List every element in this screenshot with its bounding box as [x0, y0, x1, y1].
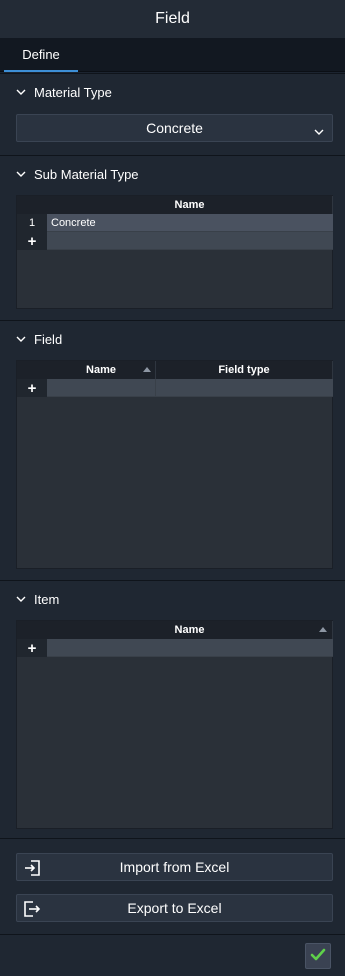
column-header-name[interactable]: Name	[47, 621, 333, 639]
item-title: Item	[34, 591, 60, 607]
add-row-button[interactable]: +	[17, 232, 47, 250]
export-label: Export to Excel	[127, 900, 222, 916]
grid-corner	[17, 196, 47, 214]
material-type-section: Material Type Concrete	[0, 73, 345, 155]
field-grid[interactable]: Name Field type +	[16, 360, 333, 569]
field-section: Field Name Field type +	[0, 320, 345, 580]
material-type-value: Concrete	[146, 120, 203, 136]
new-row-cell[interactable]	[47, 639, 333, 657]
new-row-field-type-cell[interactable]	[156, 379, 333, 397]
item-grid[interactable]: Name +	[16, 620, 333, 829]
add-row-button[interactable]: +	[17, 379, 47, 397]
chevron-down-icon	[16, 594, 26, 604]
column-header-name[interactable]: Name	[47, 196, 333, 214]
material-type-header[interactable]: Material Type	[0, 74, 345, 110]
table-cell-name[interactable]: Concrete	[47, 214, 333, 232]
tab-define[interactable]: Define	[4, 38, 78, 72]
footer-bar	[0, 934, 345, 976]
actions-section: Import from Excel Export to Excel	[0, 838, 345, 934]
sort-ascending-icon	[143, 367, 151, 372]
plus-icon: +	[27, 232, 37, 250]
column-header-name[interactable]: Name	[47, 361, 156, 379]
sub-material-type-section: Sub Material Type Name 1 Concrete +	[0, 155, 345, 320]
chevron-down-icon	[16, 87, 26, 97]
import-icon	[23, 859, 41, 877]
field-header[interactable]: Field	[0, 321, 345, 357]
sub-material-type-header[interactable]: Sub Material Type	[0, 156, 345, 192]
new-row-cell[interactable]	[47, 232, 333, 250]
grid-corner	[17, 621, 47, 639]
column-header-name-label: Name	[174, 624, 205, 636]
window-title: Field	[0, 0, 345, 38]
add-row-button[interactable]: +	[17, 639, 47, 657]
ok-button[interactable]	[305, 943, 331, 969]
export-icon	[23, 900, 41, 918]
tab-bar: Define	[0, 38, 345, 72]
item-header[interactable]: Item	[0, 581, 345, 617]
plus-icon: +	[27, 379, 37, 397]
column-header-name-label: Name	[86, 364, 116, 376]
material-type-title: Material Type	[34, 84, 112, 100]
export-to-excel-button[interactable]: Export to Excel	[16, 894, 333, 922]
chevron-down-icon	[314, 124, 324, 135]
chevron-down-icon	[16, 334, 26, 344]
row-number: 1	[17, 214, 47, 232]
material-type-select[interactable]: Concrete	[16, 114, 333, 142]
item-section: Item Name +	[0, 580, 345, 838]
import-label: Import from Excel	[119, 859, 230, 875]
sub-material-grid[interactable]: Name 1 Concrete +	[16, 195, 333, 309]
column-header-field-type[interactable]: Field type	[156, 361, 333, 379]
checkmark-icon	[309, 946, 327, 967]
sub-material-type-title: Sub Material Type	[34, 166, 139, 182]
sort-ascending-icon	[319, 627, 327, 632]
chevron-down-icon	[16, 169, 26, 179]
grid-corner	[17, 361, 47, 379]
field-title: Field	[34, 331, 63, 347]
new-row-name-cell[interactable]	[47, 379, 156, 397]
import-from-excel-button[interactable]: Import from Excel	[16, 853, 333, 881]
plus-icon: +	[27, 639, 37, 657]
